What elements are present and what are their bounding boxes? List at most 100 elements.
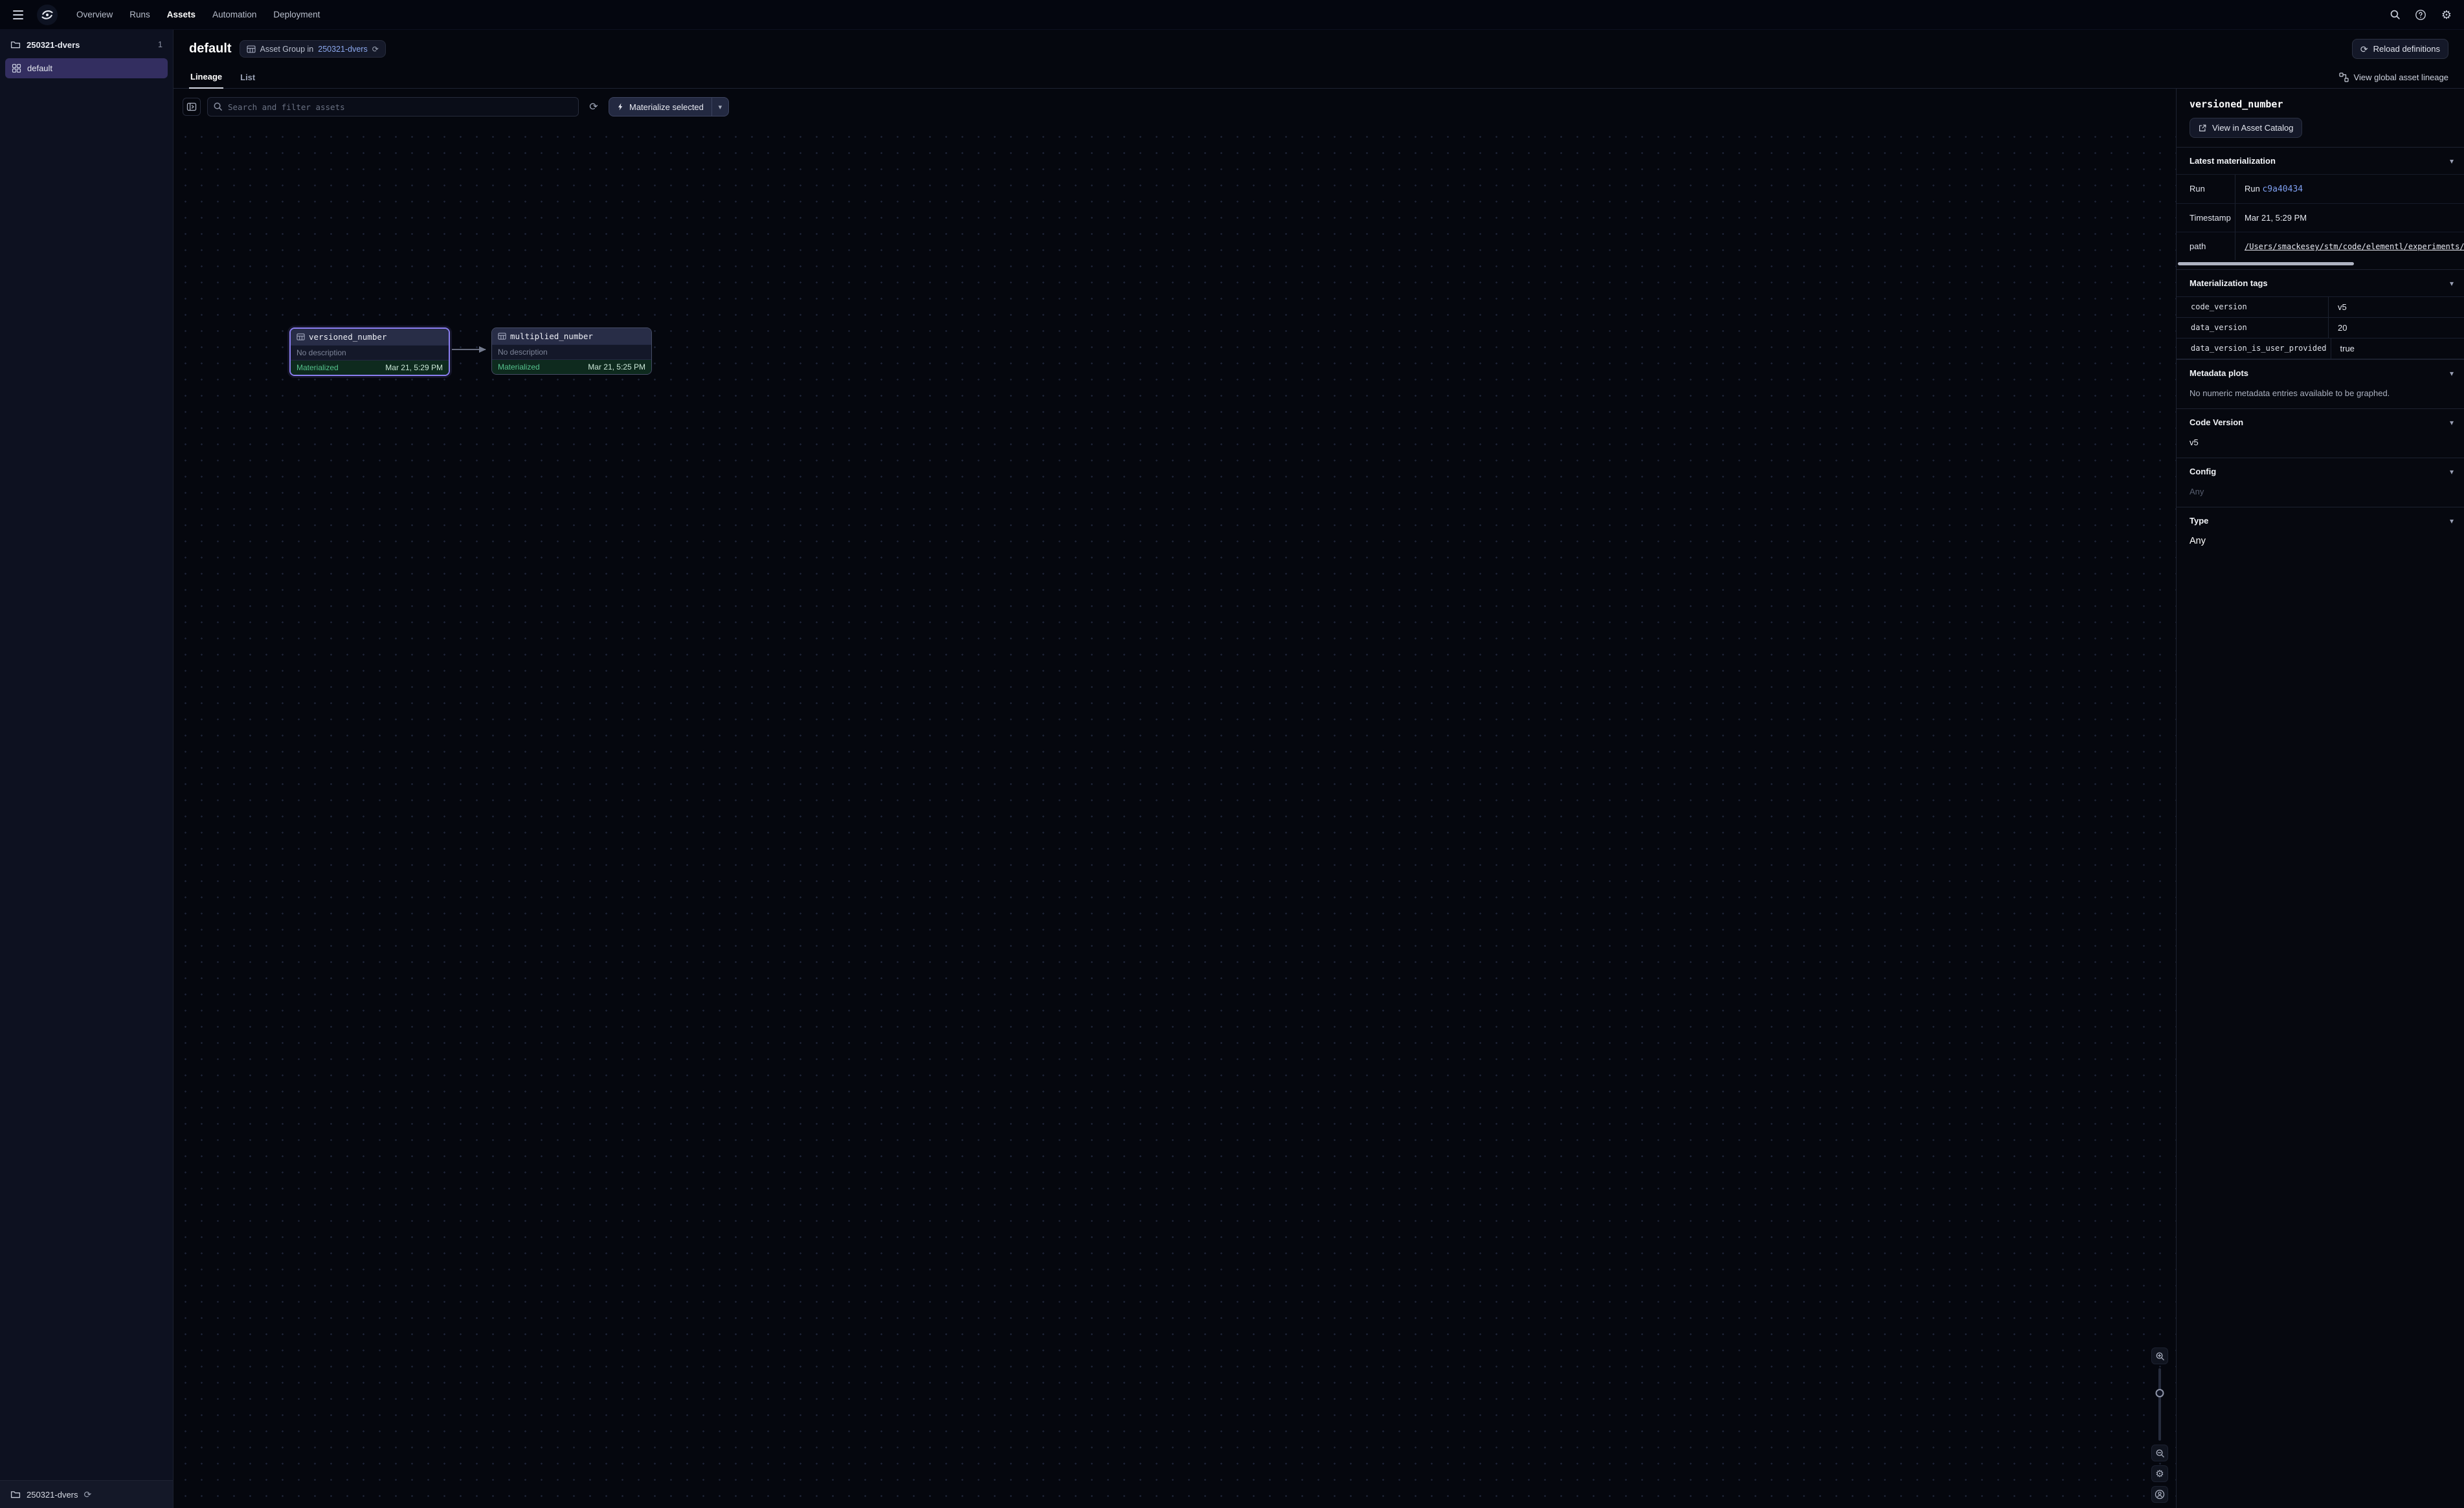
user-icon bbox=[2155, 1489, 2165, 1500]
table-icon bbox=[498, 332, 506, 340]
nav-automation[interactable]: Automation bbox=[212, 10, 256, 19]
section-metadata-plots[interactable]: Metadata plots ▾ bbox=[2177, 359, 2464, 386]
section-latest-materialization[interactable]: Latest materialization ▾ bbox=[2177, 147, 2464, 174]
badge-group-link[interactable]: 250321-dvers bbox=[318, 45, 367, 54]
zoom-slider-handle[interactable] bbox=[2156, 1389, 2164, 1397]
table-row: Run Run c9a40434 bbox=[2177, 174, 2464, 203]
nav-deployment[interactable]: Deployment bbox=[273, 10, 320, 19]
nav-overview[interactable]: Overview bbox=[76, 10, 113, 19]
materialized-status: Materialized bbox=[297, 363, 339, 372]
page-title: default bbox=[189, 41, 232, 56]
horizontal-scrollbar[interactable] bbox=[2178, 262, 2354, 265]
sidebar-footer[interactable]: 250321-dvers ⟳ bbox=[0, 1480, 173, 1508]
asset-node-description: No description bbox=[492, 344, 651, 360]
external-link-icon bbox=[2198, 124, 2207, 133]
sidebar-group-row[interactable]: 250321-dvers 1 bbox=[0, 30, 173, 58]
zoom-controls: ⚙ bbox=[2151, 1347, 2168, 1503]
graph-settings-button[interactable]: ⚙ bbox=[2151, 1465, 2168, 1482]
chevron-down-icon: ▾ bbox=[2450, 516, 2454, 526]
tag-value: true bbox=[2331, 338, 2464, 359]
page-header: default Asset Group in 250321-dvers ⟳ bbox=[174, 30, 2464, 89]
zoom-out-button[interactable] bbox=[2151, 1445, 2168, 1461]
table-row: data_version 20 bbox=[2177, 317, 2464, 338]
view-in-catalog-button[interactable]: View in Asset Catalog bbox=[2190, 118, 2302, 138]
chevron-down-icon: ▾ bbox=[2450, 369, 2454, 378]
table-row: Timestamp Mar 21, 5:29 PM bbox=[2177, 203, 2464, 232]
chevron-down-icon: ▾ bbox=[2450, 418, 2454, 427]
sidebar-item-label: default bbox=[27, 63, 52, 73]
materialize-dropdown-chevron[interactable]: ▾ bbox=[712, 98, 728, 116]
section-type[interactable]: Type ▾ bbox=[2177, 507, 2464, 534]
reload-definitions-button[interactable]: ⟳ Reload definitions bbox=[2352, 39, 2448, 59]
latest-materialization-table: Run Run c9a40434 Timestamp Mar 21, 5:29 … bbox=[2177, 174, 2464, 260]
refresh-icon[interactable]: ⟳ bbox=[84, 1490, 92, 1499]
asset-group-icon bbox=[12, 63, 21, 73]
asset-node-multiplied-number[interactable]: multiplied_number No description Materia… bbox=[491, 327, 652, 375]
section-config[interactable]: Config ▾ bbox=[2177, 458, 2464, 485]
sidebar-group-count: 1 bbox=[158, 40, 162, 49]
nav-assets[interactable]: Assets bbox=[167, 10, 196, 19]
collapse-panel-button[interactable] bbox=[183, 98, 201, 116]
path-link[interactable]: /Users/smackesey/stm/code/elementl/exper… bbox=[2245, 242, 2464, 251]
tag-key: data_version_is_user_provided bbox=[2177, 338, 2331, 359]
lineage-canvas[interactable]: versioned_number No description Material… bbox=[174, 125, 2176, 1508]
materialized-status: Materialized bbox=[498, 362, 540, 371]
asset-title: versioned_number bbox=[2190, 98, 2451, 110]
bolt-icon bbox=[617, 102, 624, 111]
row-key: Timestamp bbox=[2177, 204, 2235, 232]
section-materialization-tags[interactable]: Materialization tags ▾ bbox=[2177, 269, 2464, 296]
tab-bar: Lineage List View global asset lineage bbox=[174, 67, 2464, 89]
config-value: Any bbox=[2177, 485, 2464, 507]
asset-node-name: multiplied_number bbox=[510, 331, 593, 341]
zoom-in-icon bbox=[2155, 1351, 2165, 1361]
edge-layer bbox=[174, 125, 2176, 1508]
table-row: code_version v5 bbox=[2177, 296, 2464, 317]
asset-node-versioned-number[interactable]: versioned_number No description Material… bbox=[289, 327, 450, 376]
asset-node-description: No description bbox=[291, 345, 449, 360]
tag-value: 20 bbox=[2328, 318, 2464, 338]
menu-icon[interactable] bbox=[9, 6, 27, 24]
top-nav: Overview Runs Assets Automation Deployme… bbox=[0, 0, 2464, 30]
type-value: Any bbox=[2177, 534, 2464, 559]
section-code-version[interactable]: Code Version ▾ bbox=[2177, 408, 2464, 436]
asset-group-badge: Asset Group in 250321-dvers ⟳ bbox=[240, 40, 386, 58]
primary-nav: Overview Runs Assets Automation Deployme… bbox=[76, 10, 320, 19]
gear-icon[interactable]: ⚙ bbox=[2438, 6, 2455, 23]
zoom-in-button[interactable] bbox=[2151, 1347, 2168, 1364]
sidebar-item-default[interactable]: default bbox=[5, 58, 168, 78]
dagster-logo[interactable] bbox=[36, 4, 58, 26]
materialize-selected-button[interactable]: Materialize selected ▾ bbox=[609, 97, 729, 116]
refresh-graph-button[interactable]: ⟳ bbox=[585, 98, 602, 115]
run-link[interactable]: c9a40434 bbox=[2262, 184, 2303, 194]
materialized-timestamp: Mar 21, 5:25 PM bbox=[588, 362, 645, 371]
row-value: Mar 21, 5:29 PM bbox=[2235, 204, 2464, 232]
asset-details-panel: versioned_number View in Asset Catalog L… bbox=[2176, 89, 2464, 1508]
row-key: path bbox=[2177, 232, 2235, 260]
row-value: Run c9a40434 bbox=[2235, 175, 2464, 203]
materialization-tags-table: code_version v5 data_version 20 data_ver… bbox=[2177, 296, 2464, 359]
chevron-down-icon: ▾ bbox=[2450, 279, 2454, 288]
topnav-actions: ⚙ bbox=[2386, 6, 2455, 23]
folder-icon bbox=[10, 39, 21, 50]
tab-lineage[interactable]: Lineage bbox=[189, 67, 223, 89]
badge-prefix: Asset Group in bbox=[260, 45, 314, 54]
zoom-slider[interactable] bbox=[2151, 1368, 2168, 1441]
search-icon[interactable] bbox=[2386, 6, 2403, 23]
app-root: Overview Runs Assets Automation Deployme… bbox=[0, 0, 2464, 1508]
nav-runs[interactable]: Runs bbox=[129, 10, 150, 19]
view-global-lineage-link[interactable]: View global asset lineage bbox=[2339, 72, 2448, 88]
row-value: /Users/smackesey/stm/code/elementl/exper… bbox=[2235, 232, 2464, 260]
table-row: path /Users/smackesey/stm/code/elementl/… bbox=[2177, 232, 2464, 260]
table-icon bbox=[247, 45, 256, 54]
tab-list[interactable]: List bbox=[239, 67, 256, 88]
help-icon[interactable] bbox=[2412, 6, 2429, 23]
search-input[interactable] bbox=[207, 97, 579, 116]
feedback-button[interactable] bbox=[2151, 1486, 2168, 1503]
chevron-down-icon: ▾ bbox=[2450, 157, 2454, 166]
materialized-timestamp: Mar 21, 5:29 PM bbox=[385, 363, 443, 372]
tag-key: code_version bbox=[2177, 297, 2328, 317]
search-icon bbox=[213, 102, 223, 111]
code-version-value: v5 bbox=[2177, 436, 2464, 458]
chevron-down-icon: ▾ bbox=[2450, 467, 2454, 476]
refresh-icon[interactable]: ⟳ bbox=[372, 45, 379, 53]
